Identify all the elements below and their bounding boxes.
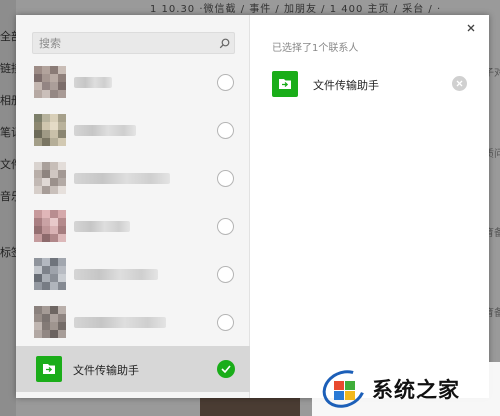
search-box[interactable] <box>32 32 235 54</box>
contact-avatar <box>34 162 66 194</box>
contact-name <box>74 173 170 184</box>
contact-name <box>74 125 136 136</box>
contact-radio[interactable] <box>217 314 234 331</box>
contact-name <box>74 221 130 232</box>
contact-row[interactable] <box>16 299 250 345</box>
contact-avatar <box>34 258 66 290</box>
contact-avatar <box>34 210 66 242</box>
watermark-logo-icon <box>316 363 372 415</box>
search-icon[interactable] <box>214 33 234 53</box>
contact-avatar <box>34 114 66 146</box>
watermark-text: 系统之家 <box>372 378 460 402</box>
bg-top-bar: 1 10.30 ·微信截 / 事件 / 加朋友 / 1 400 主页 / 采台 … <box>150 4 442 14</box>
contact-name <box>74 269 158 280</box>
contact-name <box>74 317 166 328</box>
contact-radio[interactable] <box>217 218 234 235</box>
check-icon[interactable] <box>217 360 235 378</box>
contact-name <box>74 77 112 88</box>
contact-list-pane: 文件传输助手 <box>16 15 250 398</box>
contact-avatar <box>34 306 66 338</box>
select-contacts-dialog: 文件传输助手 已选择了1个联系人 文件传输助手 <box>16 15 489 398</box>
bg-thumbnail <box>200 398 300 416</box>
contact-row[interactable] <box>16 59 250 105</box>
contact-row-selected[interactable]: 文件传输助手 <box>16 346 250 392</box>
search-input[interactable] <box>33 33 214 53</box>
contact-row[interactable] <box>16 251 250 297</box>
contact-row[interactable] <box>16 203 250 249</box>
file-transfer-icon <box>36 356 62 382</box>
remove-icon[interactable] <box>452 76 467 91</box>
contact-name: 文件传输助手 <box>73 364 139 377</box>
watermark: 系统之家 <box>312 362 500 416</box>
selected-count-label: 已选择了1个联系人 <box>272 43 359 54</box>
contact-radio[interactable] <box>217 74 234 91</box>
contact-row[interactable] <box>16 107 250 153</box>
close-icon[interactable] <box>464 21 478 35</box>
contact-radio[interactable] <box>217 266 234 283</box>
contact-row[interactable] <box>16 155 250 201</box>
contact-avatar <box>34 66 66 98</box>
selected-item-name: 文件传输助手 <box>313 79 379 92</box>
file-transfer-icon <box>272 71 298 97</box>
contact-radio[interactable] <box>217 170 234 187</box>
contact-radio[interactable] <box>217 122 234 139</box>
